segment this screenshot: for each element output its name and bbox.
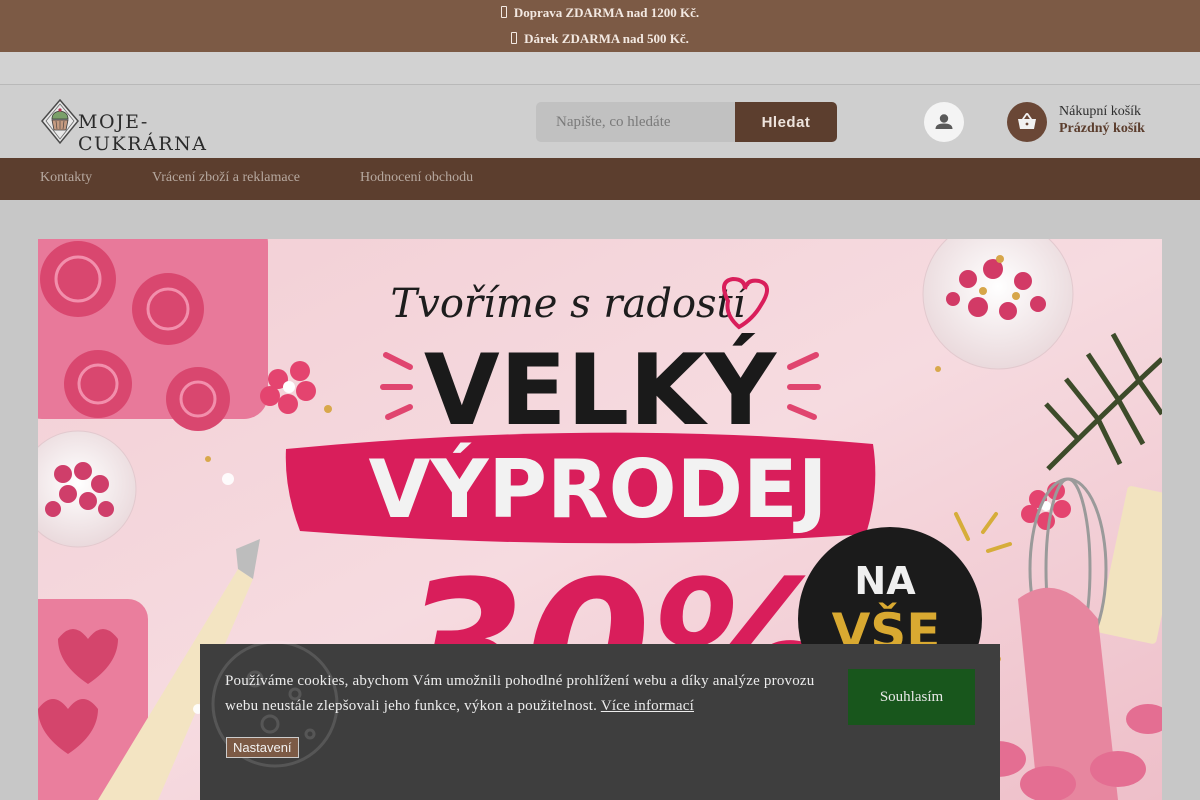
cookie-message-text: Používáme cookies, abychom Vám umožnili … bbox=[225, 673, 815, 714]
banner-badge-line1: NA bbox=[854, 559, 916, 603]
cart-title[interactable]: Nákupní košík bbox=[1059, 104, 1141, 120]
cookie-settings-button[interactable]: Nastavení bbox=[226, 737, 299, 758]
site-header: MOJE-CUKRÁRNA Hledat Nákupní košík Prázd… bbox=[0, 85, 1200, 158]
cookie-more-info-link[interactable]: Více informací bbox=[601, 698, 694, 714]
banner-headline-1: VELKÝ bbox=[424, 332, 777, 448]
announcement-shipping: Doprava ZDARMA nad 1200 Kč. bbox=[0, 5, 1200, 21]
cart-status[interactable]: Prázdný košík bbox=[1059, 121, 1145, 137]
announcement-gift: Dárek ZDARMA nad 500 Kč. bbox=[0, 31, 1200, 47]
cookie-consent-bar: Používáme cookies, abychom Vám umožnili … bbox=[200, 640, 1000, 800]
search-input[interactable] bbox=[536, 102, 736, 142]
cookie-message: Používáme cookies, abychom Vám umožnili … bbox=[225, 669, 815, 719]
cookie-accept-button[interactable]: Souhlasím bbox=[848, 669, 975, 725]
phone-icon bbox=[511, 32, 518, 44]
nav-item-contacts[interactable]: Kontakty bbox=[40, 170, 92, 186]
banner-script-line: Tvoříme s radostí bbox=[391, 281, 751, 327]
site-logo[interactable]: MOJE-CUKRÁRNA bbox=[40, 99, 270, 155]
nav-item-returns[interactable]: Vrácení zboží a reklamace bbox=[152, 170, 300, 186]
phone-icon bbox=[500, 6, 507, 18]
nav-item-reviews[interactable]: Hodnocení obchodu bbox=[360, 170, 473, 186]
cart-button[interactable] bbox=[1007, 102, 1047, 142]
account-button[interactable] bbox=[924, 102, 964, 142]
announcement-shipping-text: Doprava ZDARMA nad 1200 Kč. bbox=[513, 5, 700, 20]
logo-text: MOJE-CUKRÁRNA bbox=[78, 111, 208, 155]
cupcake-logo-icon bbox=[41, 99, 79, 145]
user-icon bbox=[935, 114, 953, 129]
spacer-strip bbox=[0, 52, 1200, 85]
main-navigation: Kontakty Vrácení zboží a reklamace Hodno… bbox=[0, 158, 1200, 200]
banner-headline-2: VÝPRODEJ bbox=[369, 442, 828, 536]
search-button[interactable]: Hledat bbox=[735, 102, 837, 142]
announcement-bar: Doprava ZDARMA nad 1200 Kč. Dárek ZDARMA… bbox=[0, 0, 1200, 52]
basket-icon bbox=[1018, 113, 1036, 129]
announcement-gift-text: Dárek ZDARMA nad 500 Kč. bbox=[524, 31, 689, 46]
